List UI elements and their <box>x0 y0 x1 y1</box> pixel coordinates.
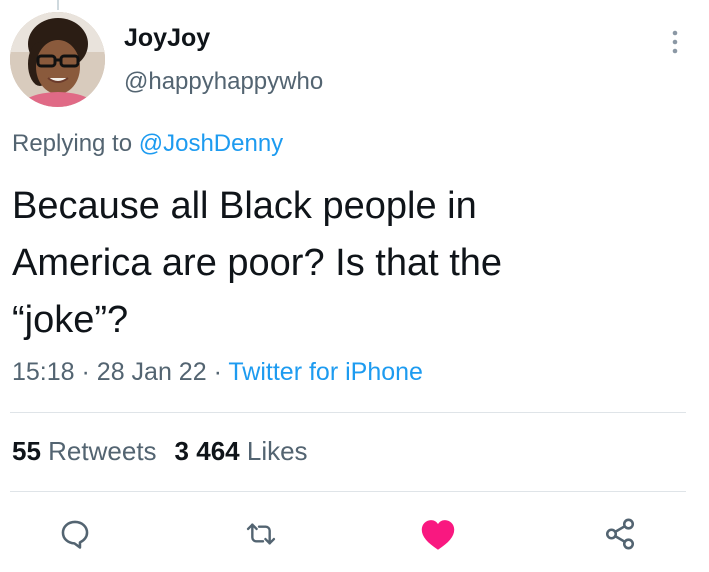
like-button[interactable] <box>416 514 460 554</box>
tweet-metadata: 15:18 · 28 Jan 22 · Twitter for iPhone <box>12 358 423 387</box>
share-button[interactable] <box>598 514 642 554</box>
replying-to-mention-link[interactable]: @JoshDenny <box>139 130 283 157</box>
replying-to-prefix: Replying to <box>12 130 133 157</box>
likes-label: Likes <box>246 436 308 466</box>
tweet-time[interactable]: 15:18 <box>12 358 75 386</box>
user-handle[interactable]: @happyhappywho <box>124 68 323 96</box>
more-vertical-icon <box>672 30 678 54</box>
more-options-button[interactable] <box>660 24 690 60</box>
share-icon <box>605 518 635 550</box>
display-name[interactable]: JoyJoy <box>124 24 210 53</box>
retweet-icon <box>246 523 276 545</box>
tweet-text: Because all Black people in America are … <box>12 185 503 341</box>
divider-bottom <box>10 491 686 492</box>
meta-separator: · <box>213 358 222 386</box>
heart-icon-filled <box>421 520 455 550</box>
meta-separator: · <box>81 358 90 386</box>
retweets-label: Retweets <box>48 436 157 466</box>
replying-to-line: Replying to @JoshDenny <box>12 130 283 158</box>
divider-top <box>10 412 686 413</box>
tweet-source-link[interactable]: Twitter for iPhone <box>228 358 423 386</box>
retweets-count: 55 <box>12 436 41 466</box>
retweet-button[interactable] <box>239 514 283 554</box>
likes-count: 3 464 <box>174 436 240 466</box>
engagement-stats: 55 Retweets 3 464 Likes <box>12 436 308 467</box>
thread-connector-line <box>57 0 59 10</box>
tweet-date[interactable]: 28 Jan 22 <box>97 358 207 386</box>
retweets-stat[interactable]: 55 Retweets <box>12 436 157 466</box>
reply-button[interactable] <box>53 514 97 554</box>
avatar[interactable] <box>10 12 105 107</box>
avatar-photo <box>10 12 105 107</box>
reply-icon <box>61 520 89 549</box>
likes-stat[interactable]: 3 464 Likes <box>175 436 308 466</box>
